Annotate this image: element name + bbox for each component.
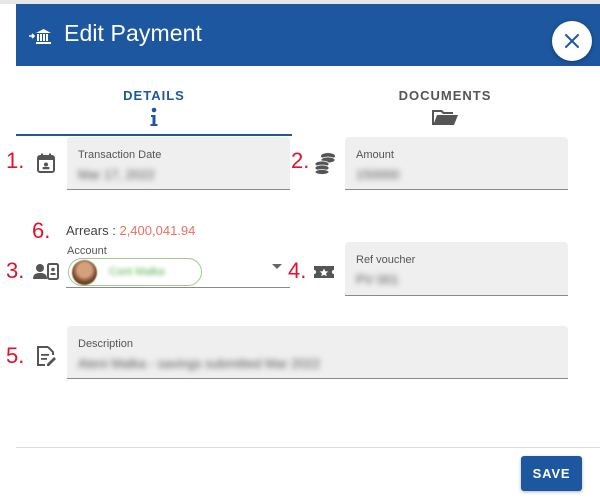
- description-label: Description: [78, 338, 134, 350]
- avatar: [72, 260, 97, 285]
- save-button[interactable]: SAVE: [521, 456, 582, 491]
- marker-1: 1.: [6, 148, 25, 173]
- tab-details[interactable]: DETAILS: [16, 86, 292, 136]
- marker-4: 4.: [288, 258, 307, 283]
- arrears-amount: 2,400,041.94: [119, 223, 196, 238]
- marker-6: 6.: [32, 218, 51, 243]
- dialog-header: Edit Payment: [16, 4, 600, 66]
- ref-voucher-field[interactable]: Ref voucher PV 001: [345, 242, 568, 296]
- calendar-icon: [37, 153, 55, 173]
- description-value: Ateni Malka - savings submitted Mar 2022: [78, 356, 321, 371]
- arrears-label: Arrears :: [66, 223, 116, 238]
- dialog-title: Edit Payment: [64, 20, 202, 46]
- amount-field[interactable]: Amount 150000: [345, 137, 568, 190]
- account-chip-name: Cont Malka: [109, 266, 165, 278]
- marker-5: 5.: [6, 343, 25, 368]
- transaction-date-value: Mar 17, 2022: [78, 167, 155, 182]
- info-icon: [150, 107, 158, 126]
- account-label: Account: [67, 245, 107, 257]
- marker-2: 2.: [291, 148, 310, 173]
- folder-open-icon: [432, 110, 458, 125]
- footer-divider: [16, 447, 600, 448]
- transaction-date-label: Transaction Date: [78, 149, 162, 161]
- close-button[interactable]: [552, 21, 592, 61]
- amount-label: Amount: [356, 149, 394, 161]
- tab-documents-label: DOCUMENTS: [398, 88, 492, 103]
- edit-payment-dialog: Edit Payment DETAILS DOCUMENTS 1. Transa…: [0, 0, 600, 498]
- ref-voucher-value: PV 001: [356, 272, 399, 287]
- close-icon: [565, 34, 579, 48]
- tab-details-label: DETAILS: [123, 88, 185, 103]
- coins-icon: [314, 153, 336, 175]
- tab-documents[interactable]: DOCUMENTS: [300, 86, 590, 136]
- marker-3: 3.: [6, 258, 25, 283]
- amount-value: 150000: [356, 167, 400, 182]
- ref-voucher-label: Ref voucher: [356, 254, 416, 266]
- chevron-down-icon[interactable]: [272, 264, 282, 269]
- ticket-icon: [314, 266, 334, 278]
- edit-note-icon: [37, 346, 56, 366]
- bank-transfer-icon: [29, 29, 51, 44]
- contact-card-icon: [33, 263, 59, 280]
- description-field[interactable]: Description Ateni Malka - savings submit…: [67, 326, 568, 379]
- transaction-date-field[interactable]: Transaction Date Mar 17, 2022: [67, 137, 290, 190]
- account-select-underline: [66, 287, 290, 288]
- account-chip[interactable]: Cont Malka: [68, 258, 202, 286]
- arrears-line: Arrears : 2,400,041.94: [66, 223, 195, 238]
